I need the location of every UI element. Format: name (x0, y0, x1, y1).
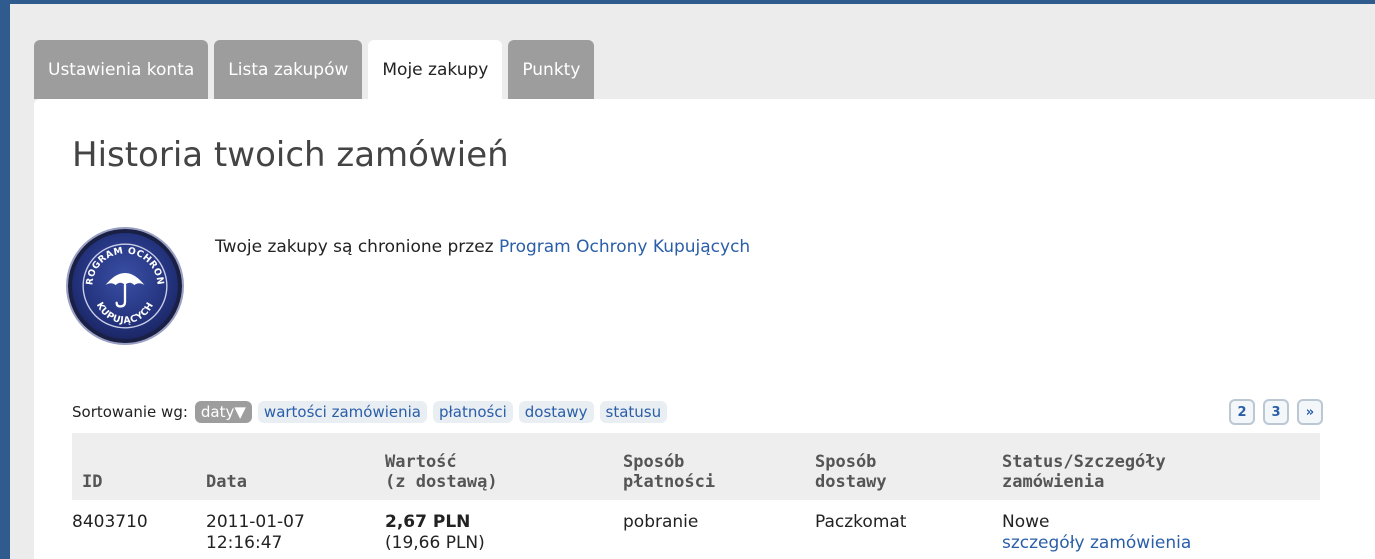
tab-my-purchases[interactable]: Moje zakupy (368, 40, 503, 100)
order-datetime: 2011-01-07 12:16:47 (206, 512, 385, 554)
order-time: 12:16:47 (206, 533, 283, 553)
buyer-protection-badge: PROGRAM OCHRONY KUPUJĄCYCH (68, 229, 182, 343)
pagination: 2 3 » (1229, 399, 1323, 425)
next-page-button[interactable]: » (1297, 399, 1323, 425)
order-value: 2,67 PLN (19,66 PLN) (385, 512, 623, 554)
page-2-button[interactable]: 2 (1229, 399, 1255, 425)
app-frame: Ustawienia konta Lista zakupów Moje zaku… (0, 0, 1375, 559)
header-id: ID (82, 472, 103, 492)
table-row: 8403710 2011-01-07 12:16:47 2,67 PLN (19… (72, 500, 1320, 554)
tab-shopping-list[interactable]: Lista zakupów (214, 40, 363, 99)
order-id: 8403710 (72, 512, 148, 532)
order-status-text: Nowe (1002, 512, 1050, 532)
order-date: 2011-01-07 (206, 512, 305, 532)
header-date: Data (206, 472, 247, 492)
tab-account-settings[interactable]: Ustawienia konta (34, 40, 209, 99)
page-title: Historia twoich zamówień (72, 135, 509, 175)
header-delivery-method: Sposób dostawy (815, 452, 887, 492)
sort-by-delivery[interactable]: dostawy (518, 401, 594, 423)
sort-by-order-value[interactable]: wartości zamówienia (257, 401, 427, 423)
order-details-link[interactable]: szczegóły zamówienia (1002, 533, 1191, 553)
header-value: Wartość (z dostawą) (385, 452, 498, 492)
tab-bar: Ustawienia konta Lista zakupów Moje zaku… (34, 40, 595, 100)
protection-text: Twoje zakupy są chronione przez (215, 237, 494, 257)
page-3-button[interactable]: 3 (1263, 399, 1289, 425)
sort-by-payment[interactable]: płatności (433, 401, 513, 423)
orders-table: ID Data Wartość (z dostawą) Sposób płatn… (72, 433, 1320, 554)
order-value-amount: 2,67 PLN (385, 512, 471, 532)
umbrella-icon: PROGRAM OCHRONY KUPUJĄCYCH (72, 233, 168, 329)
sort-bar: Sortowanie wg: daty▼ wartości zamówienia… (72, 401, 673, 423)
protection-program-link[interactable]: Program Ochrony Kupujących (499, 237, 750, 257)
order-status: Nowe szczegóły zamówienia (1002, 512, 1320, 554)
sort-label: Sortowanie wg: (72, 403, 188, 421)
header-payment-method: Sposób płatności (623, 452, 716, 492)
content-panel: Historia twoich zamówień PROGRAM OCHRONY… (34, 99, 1375, 559)
order-delivery: Paczkomat (815, 512, 907, 532)
order-value-with-delivery: (19,66 PLN) (385, 533, 485, 553)
sort-by-status[interactable]: statusu (599, 401, 668, 423)
header-status-details: Status/Szczegóły zamówienia (1002, 452, 1166, 492)
tab-points[interactable]: Punkty (508, 40, 595, 99)
sort-by-date[interactable]: daty▼ (194, 401, 252, 423)
protection-notice: Twoje zakupy są chronione przez Program … (215, 237, 750, 257)
table-header: ID Data Wartość (z dostawą) Sposób płatn… (72, 433, 1320, 500)
order-payment: pobranie (623, 512, 699, 532)
